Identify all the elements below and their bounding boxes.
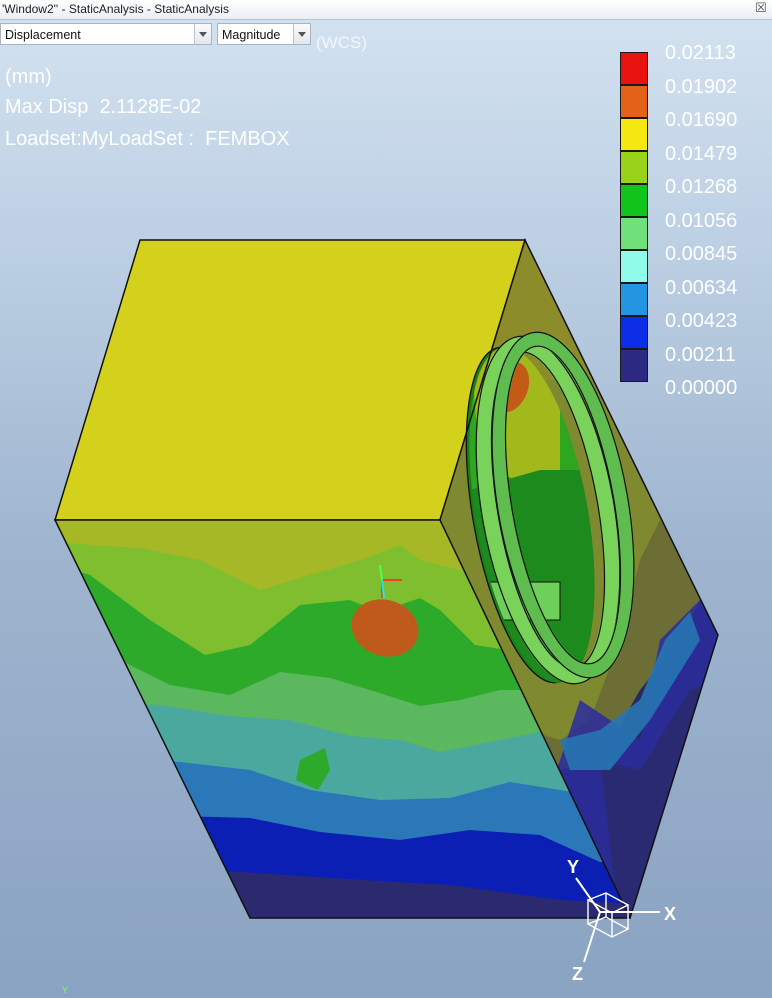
- triad-y-label: Y: [567, 857, 579, 877]
- triad-x-label: X: [664, 904, 676, 924]
- fem-model-view[interactable]: Y X Z: [0, 0, 772, 998]
- viewport[interactable]: 'Window2'' - StaticAnalysis - StaticAnal…: [0, 0, 772, 998]
- triad-z-label: Z: [572, 964, 583, 984]
- corner-axis-label: Y: [62, 985, 69, 995]
